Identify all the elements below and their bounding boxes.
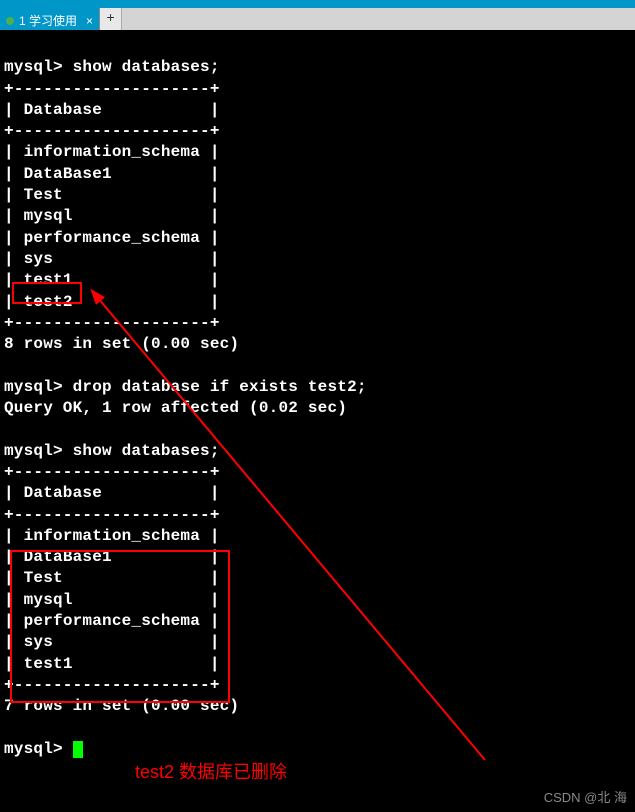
window-title-bar (0, 0, 635, 8)
prompt: mysql> (4, 58, 63, 76)
tab-session-1[interactable]: 1 学习使用 × (0, 8, 100, 30)
prompt: mysql> (4, 442, 63, 460)
db-row: sys (24, 250, 53, 268)
db-row: DataBase1 (24, 548, 112, 566)
db-row: performance_schema (24, 612, 200, 630)
border-line: +--------------------+ (4, 80, 220, 98)
header-row: | Database | (4, 484, 220, 502)
cursor (73, 741, 83, 758)
result-line: 8 rows in set (0.00 sec) (4, 335, 239, 353)
db-row: information_schema (24, 143, 200, 161)
db-row: Test (24, 569, 63, 587)
command: show databases; (73, 58, 220, 76)
close-icon[interactable]: × (82, 14, 93, 28)
annotation-text: test2 数据库已删除 (135, 758, 287, 784)
border-line: +--------------------+ (4, 122, 220, 140)
result-line: 7 rows in set (0.00 sec) (4, 697, 239, 715)
db-row: sys (24, 633, 53, 651)
tab-bar: 1 学习使用 × + (0, 8, 635, 30)
result-line: Query OK, 1 row affected (0.02 sec) (4, 399, 347, 417)
status-dot-icon (6, 17, 14, 25)
border-line: +--------------------+ (4, 506, 220, 524)
db-row: DataBase1 (24, 165, 112, 183)
db-row: mysql (24, 591, 73, 609)
command: drop database if exists test2; (73, 378, 367, 396)
db-row: information_schema (24, 527, 200, 545)
border-line: +--------------------+ (4, 463, 220, 481)
border-line: +--------------------+ (4, 314, 220, 332)
db-row: test2 (24, 293, 73, 311)
db-row: test1 (24, 655, 73, 673)
terminal-output[interactable]: mysql> show databases; +----------------… (0, 30, 635, 764)
header-row: | Database | (4, 101, 220, 119)
prompt: mysql> (4, 378, 63, 396)
db-row: test1 (24, 271, 73, 289)
db-row: performance_schema (24, 229, 200, 247)
new-tab-button[interactable]: + (100, 8, 122, 30)
border-line: +--------------------+ (4, 676, 220, 694)
db-row: mysql (24, 207, 73, 225)
command: show databases; (73, 442, 220, 460)
db-row: Test (24, 186, 63, 204)
watermark: CSDN @北 海 (544, 787, 627, 806)
tab-label: 1 学习使用 (19, 12, 77, 29)
prompt: mysql> (4, 740, 63, 758)
